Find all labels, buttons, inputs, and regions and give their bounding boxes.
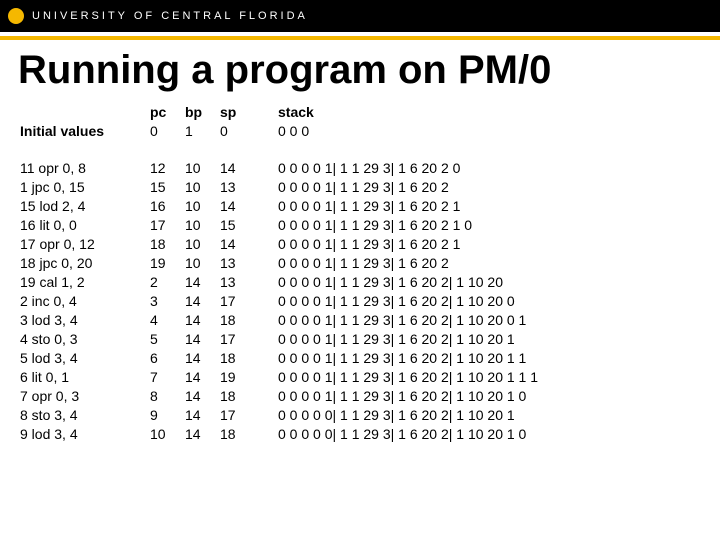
- pc-cell: 19: [150, 254, 185, 273]
- stack-initial: 0 0 0: [278, 122, 720, 141]
- stack-cell: 0 0 0 0 1| 1 1 29 3| 1 6 20 2| 1 10 20 1…: [278, 387, 720, 406]
- bp-cell: 14: [185, 368, 220, 387]
- pc-cell: 10: [150, 425, 185, 444]
- pc-cell: 7: [150, 368, 185, 387]
- instr-cell: 6 lit 0, 1: [20, 368, 150, 387]
- instr-cell: 17 opr 0, 12: [20, 235, 150, 254]
- pc-cell: 9: [150, 406, 185, 425]
- sp-cell: 18: [220, 311, 278, 330]
- pc-cell: 6: [150, 349, 185, 368]
- sp-cell: 13: [220, 178, 278, 197]
- pc-cell: 8: [150, 387, 185, 406]
- stack-cell: 0 0 0 0 0| 1 1 29 3| 1 6 20 2| 1 10 20 1: [278, 406, 720, 425]
- bp-cell: 14: [185, 330, 220, 349]
- pc-cell: 4: [150, 311, 185, 330]
- instr-cell: 16 lit 0, 0: [20, 216, 150, 235]
- sp-cell: 14: [220, 159, 278, 178]
- pc-cell: 2: [150, 273, 185, 292]
- pc-cell: 16: [150, 197, 185, 216]
- stack-cell: 0 0 0 0 1| 1 1 29 3| 1 6 20 2| 1 10 20: [278, 273, 720, 292]
- sp-cell: 18: [220, 387, 278, 406]
- instr-cell: 1 jpc 0, 15: [20, 178, 150, 197]
- sp-cell: 17: [220, 292, 278, 311]
- instr-cell: 8 sto 3, 4: [20, 406, 150, 425]
- pc-header: pc: [150, 103, 185, 122]
- stack-cell: 0 0 0 0 1| 1 1 29 3| 1 6 20 2| 1 10 20 1…: [278, 368, 720, 387]
- pc-cell: 5: [150, 330, 185, 349]
- pc-initial: 0: [150, 122, 185, 141]
- ucf-pegasus-icon: [8, 8, 24, 24]
- instr-cell: 4 sto 0, 3: [20, 330, 150, 349]
- stack-cell: 0 0 0 0 1| 1 1 29 3| 1 6 20 2 0: [278, 159, 720, 178]
- instr-cell: 11 opr 0, 8: [20, 159, 150, 178]
- bp-cell: 14: [185, 406, 220, 425]
- sp-cell: 14: [220, 235, 278, 254]
- bp-header: bp: [185, 103, 220, 122]
- stack-cell: 0 0 0 0 0| 1 1 29 3| 1 6 20 2| 1 10 20 1…: [278, 425, 720, 444]
- instr-cell: 5 lod 3, 4: [20, 349, 150, 368]
- bp-initial: 1: [185, 122, 220, 141]
- instr-cell: 3 lod 3, 4: [20, 311, 150, 330]
- slide-title: Running a program on PM/0: [18, 48, 720, 93]
- sp-cell: 17: [220, 330, 278, 349]
- sp-cell: 13: [220, 254, 278, 273]
- bp-cell: 10: [185, 178, 220, 197]
- sp-cell: 19: [220, 368, 278, 387]
- sp-cell: 18: [220, 349, 278, 368]
- header-gold-rule: [0, 36, 720, 40]
- bp-cell: 10: [185, 254, 220, 273]
- instr-cell: 19 cal 1, 2: [20, 273, 150, 292]
- stack-cell: 0 0 0 0 1| 1 1 29 3| 1 6 20 2| 1 10 20 1: [278, 330, 720, 349]
- stack-cell: 0 0 0 0 1| 1 1 29 3| 1 6 20 2: [278, 254, 720, 273]
- bp-cell: 14: [185, 311, 220, 330]
- header-bar: UNIVERSITY OF CENTRAL FLORIDA: [0, 0, 720, 32]
- bp-cell: 10: [185, 197, 220, 216]
- pc-cell: 12: [150, 159, 185, 178]
- stack-cell: 0 0 0 0 1| 1 1 29 3| 1 6 20 2 1 0: [278, 216, 720, 235]
- stack-cell: 0 0 0 0 1| 1 1 29 3| 1 6 20 2 1: [278, 197, 720, 216]
- stack-cell: 0 0 0 0 1| 1 1 29 3| 1 6 20 2| 1 10 20 1…: [278, 349, 720, 368]
- sp-cell: 13: [220, 273, 278, 292]
- bp-cell: 10: [185, 235, 220, 254]
- pc-cell: 15: [150, 178, 185, 197]
- sp-header: sp: [220, 103, 278, 122]
- column-pc: pc 0 12 15 16 17 18 19 2 3 4 5 6 7 8 9 1…: [150, 103, 185, 444]
- instr-cell: 9 lod 3, 4: [20, 425, 150, 444]
- pc-cell: 3: [150, 292, 185, 311]
- bp-cell: 14: [185, 292, 220, 311]
- sp-cell: 15: [220, 216, 278, 235]
- bp-cell: 10: [185, 159, 220, 178]
- column-instruction: Initial values 11 opr 0, 8 1 jpc 0, 15 1…: [20, 103, 150, 444]
- pc-cell: 17: [150, 216, 185, 235]
- trace-table: Initial values 11 opr 0, 8 1 jpc 0, 15 1…: [0, 103, 720, 444]
- bp-cell: 14: [185, 273, 220, 292]
- instr-cell: 2 inc 0, 4: [20, 292, 150, 311]
- column-bp: bp 1 10 10 10 10 10 10 14 14 14 14 14 14…: [185, 103, 220, 444]
- sp-cell: 14: [220, 197, 278, 216]
- instr-cell: 7 opr 0, 3: [20, 387, 150, 406]
- bp-cell: 14: [185, 425, 220, 444]
- stack-cell: 0 0 0 0 1| 1 1 29 3| 1 6 20 2: [278, 178, 720, 197]
- sp-initial: 0: [220, 122, 278, 141]
- stack-cell: 0 0 0 0 1| 1 1 29 3| 1 6 20 2 1: [278, 235, 720, 254]
- stack-cell: 0 0 0 0 1| 1 1 29 3| 1 6 20 2| 1 10 20 0: [278, 292, 720, 311]
- sp-cell: 18: [220, 425, 278, 444]
- instr-cell: 18 jpc 0, 20: [20, 254, 150, 273]
- bp-cell: 14: [185, 387, 220, 406]
- bp-cell: 10: [185, 216, 220, 235]
- instr-cell: 15 lod 2, 4: [20, 197, 150, 216]
- stack-cell: 0 0 0 0 1| 1 1 29 3| 1 6 20 2| 1 10 20 0…: [278, 311, 720, 330]
- stack-header: stack: [278, 103, 720, 122]
- initial-values-label: Initial values: [20, 122, 150, 141]
- bp-cell: 14: [185, 349, 220, 368]
- column-stack: stack 0 0 0 0 0 0 0 1| 1 1 29 3| 1 6 20 …: [278, 103, 720, 444]
- column-sp: sp 0 14 13 14 15 14 13 13 17 18 17 18 19…: [220, 103, 278, 444]
- sp-cell: 17: [220, 406, 278, 425]
- pc-cell: 18: [150, 235, 185, 254]
- university-name: UNIVERSITY OF CENTRAL FLORIDA: [32, 10, 308, 22]
